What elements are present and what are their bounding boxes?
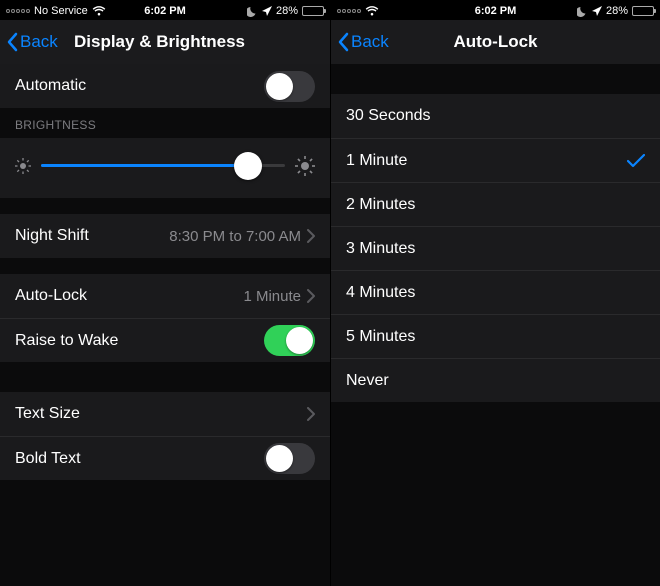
status-bar: No Service 6:02 PM 28%: [0, 0, 330, 20]
row-detail: 8:30 PM to 7:00 AM: [169, 228, 301, 245]
option-label: 5 Minutes: [346, 328, 645, 346]
group-header-brightness: BRIGHTNESS: [0, 108, 330, 138]
battery-icon: [302, 6, 324, 16]
slider-thumb: [234, 152, 262, 180]
option-label: 4 Minutes: [346, 284, 645, 302]
toggle-raise-to-wake[interactable]: [264, 325, 315, 356]
moon-icon: [247, 6, 258, 17]
option-row[interactable]: 30 Seconds: [331, 94, 660, 138]
back-label: Back: [20, 32, 58, 52]
carrier-label: No Service: [34, 5, 88, 17]
sun-large-icon: [295, 156, 315, 176]
row-label: Text Size: [15, 405, 307, 423]
chevron-left-icon: [6, 32, 18, 52]
checkmark-icon: [627, 154, 645, 168]
option-label: Never: [346, 372, 645, 390]
option-row[interactable]: 1 Minute: [331, 138, 660, 182]
sun-small-icon: [15, 158, 31, 174]
chevron-left-icon: [337, 32, 349, 52]
content: Automatic BRIGHTNESS Night Shift 8:30 PM…: [0, 64, 330, 586]
row-night-shift[interactable]: Night Shift 8:30 PM to 7:00 AM: [0, 214, 330, 258]
brightness-slider[interactable]: [41, 152, 285, 180]
wifi-icon: [365, 6, 379, 16]
location-icon: [592, 6, 602, 16]
status-time: 6:02 PM: [144, 5, 186, 17]
chevron-right-icon: [307, 229, 315, 243]
row-automatic[interactable]: Automatic: [0, 64, 330, 108]
signal-dots-icon: [337, 9, 361, 13]
option-row[interactable]: Never: [331, 358, 660, 402]
option-row[interactable]: 3 Minutes: [331, 226, 660, 270]
toggle-automatic[interactable]: [264, 71, 315, 102]
status-bar: 6:02 PM 28%: [331, 0, 660, 20]
row-label: Auto-Lock: [15, 287, 243, 305]
screen-auto-lock: 6:02 PM 28% Back Auto-Lock 30 Seconds 1 M…: [330, 0, 660, 586]
screen-display-brightness: No Service 6:02 PM 28% Back Display & Br…: [0, 0, 330, 586]
signal-dots-icon: [6, 9, 30, 13]
option-label: 1 Minute: [346, 152, 627, 170]
chevron-right-icon: [307, 407, 315, 421]
row-label: Automatic: [15, 77, 264, 95]
chevron-right-icon: [307, 289, 315, 303]
option-label: 3 Minutes: [346, 240, 645, 258]
nav-bar: Back Auto-Lock: [331, 20, 660, 64]
option-label: 2 Minutes: [346, 196, 645, 214]
row-detail: 1 Minute: [243, 288, 301, 305]
row-raise-to-wake[interactable]: Raise to Wake: [0, 318, 330, 362]
status-time: 6:02 PM: [475, 5, 517, 17]
row-brightness-slider: [0, 138, 330, 198]
option-label: 30 Seconds: [346, 107, 645, 125]
back-button[interactable]: Back: [0, 32, 64, 52]
battery-pct: 28%: [606, 5, 628, 17]
row-bold-text[interactable]: Bold Text: [0, 436, 330, 480]
battery-pct: 28%: [276, 5, 298, 17]
row-label: Raise to Wake: [15, 332, 264, 350]
back-label: Back: [351, 32, 389, 52]
slider-fill: [41, 164, 248, 167]
battery-icon: [632, 6, 654, 16]
moon-icon: [577, 6, 588, 17]
back-button[interactable]: Back: [331, 32, 395, 52]
row-label: Bold Text: [15, 450, 264, 468]
wifi-icon: [92, 6, 106, 16]
row-label: Night Shift: [15, 227, 169, 245]
option-row[interactable]: 2 Minutes: [331, 182, 660, 226]
content: 30 Seconds 1 Minute 2 Minutes 3 Minutes 4 Mi…: [331, 64, 660, 586]
toggle-bold-text[interactable]: [264, 443, 315, 474]
nav-bar: Back Display & Brightness: [0, 20, 330, 64]
option-row[interactable]: 5 Minutes: [331, 314, 660, 358]
option-row[interactable]: 4 Minutes: [331, 270, 660, 314]
location-icon: [262, 6, 272, 16]
row-text-size[interactable]: Text Size: [0, 392, 330, 436]
row-auto-lock[interactable]: Auto-Lock 1 Minute: [0, 274, 330, 318]
